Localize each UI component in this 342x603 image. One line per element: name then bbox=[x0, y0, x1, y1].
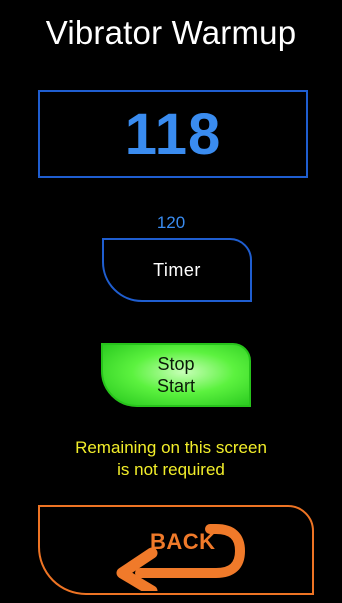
back-label: BACK bbox=[150, 529, 216, 554]
stop-start-button[interactable]: Stop Start bbox=[101, 343, 251, 407]
counter-value: 118 bbox=[124, 101, 222, 167]
screen-title: Vibrator Warmup bbox=[45, 14, 297, 51]
notice-text: Remaining on this screen is not required bbox=[20, 437, 322, 481]
stop-start-label: Stop Start bbox=[157, 353, 195, 397]
timer-preset-value: 120 bbox=[156, 213, 186, 232]
timer-button[interactable]: Timer bbox=[102, 238, 252, 302]
stop-label: Stop bbox=[157, 354, 195, 374]
notice-line-1: Remaining on this screen bbox=[75, 438, 267, 457]
counter-display: 118 bbox=[38, 90, 308, 178]
notice-line-2: is not required bbox=[117, 460, 225, 479]
back-button[interactable]: BACK bbox=[38, 505, 314, 595]
start-label: Start bbox=[156, 376, 195, 396]
timer-button-label: Timer bbox=[153, 259, 201, 280]
